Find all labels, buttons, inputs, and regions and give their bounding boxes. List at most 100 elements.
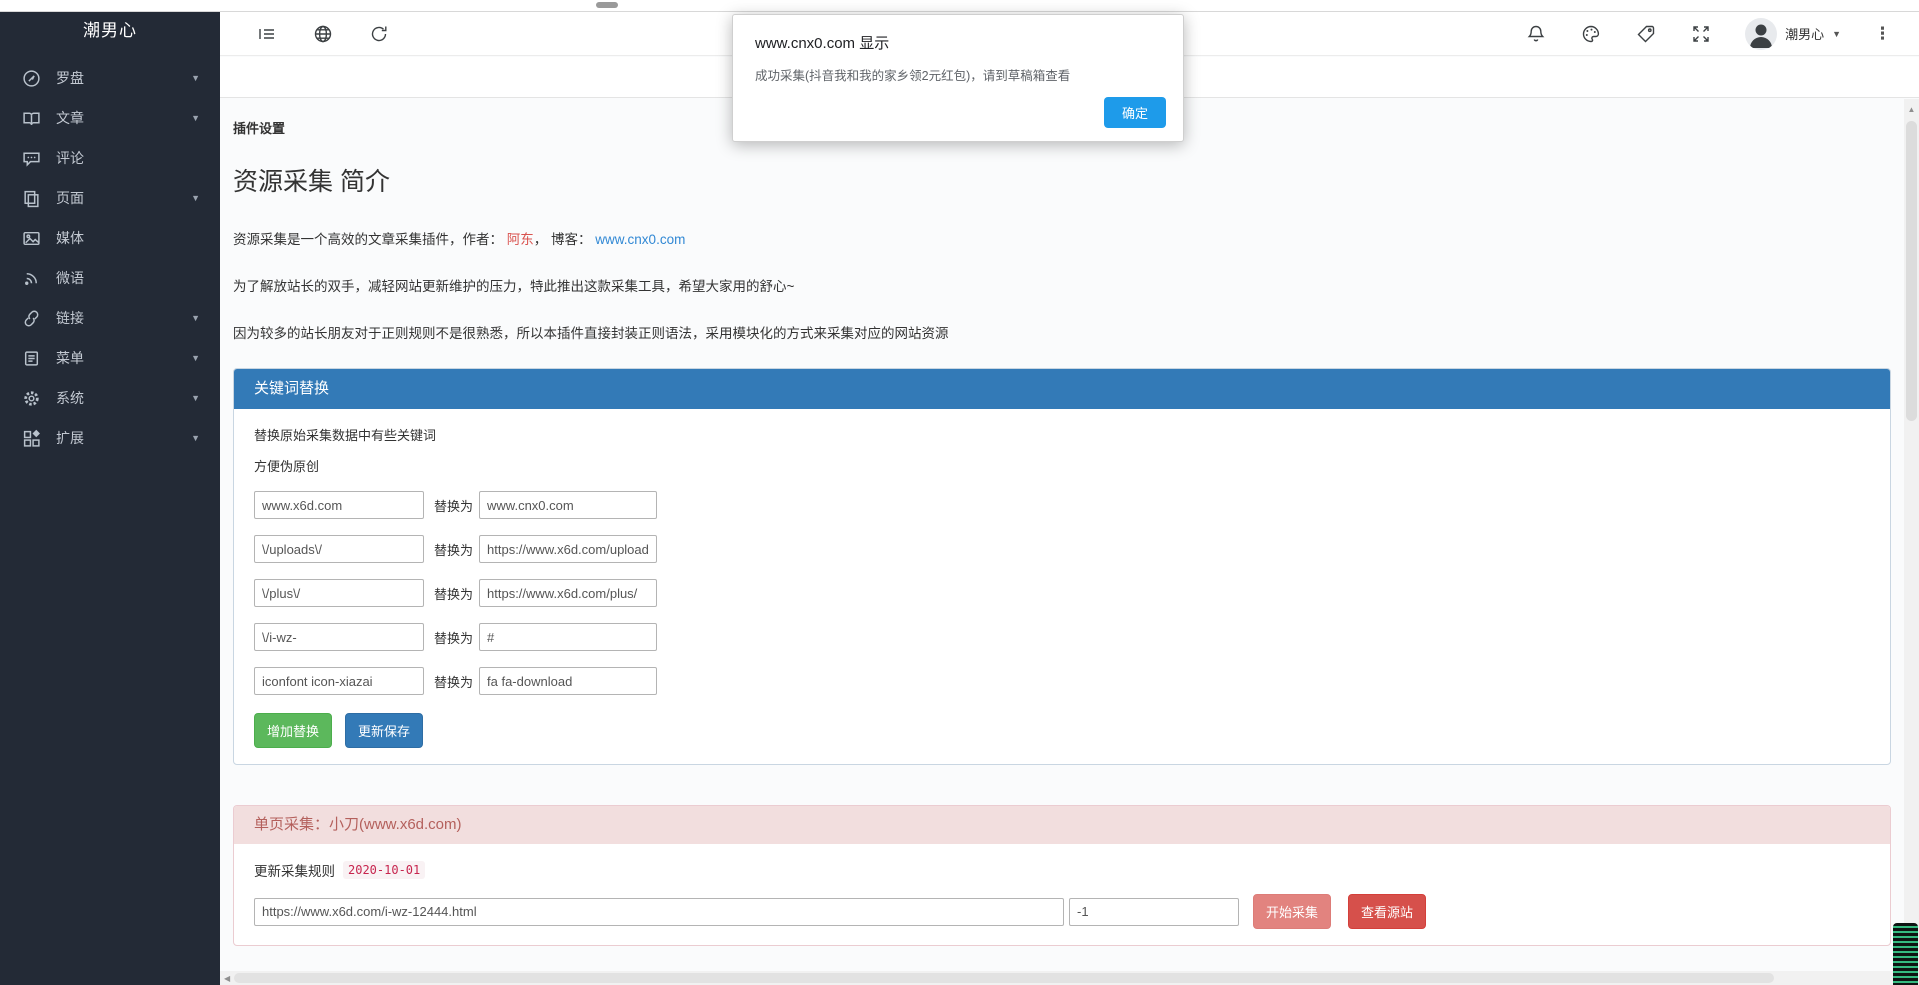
keyword-from-input[interactable] bbox=[254, 535, 424, 563]
chevron-down-icon: ▼ bbox=[191, 433, 200, 443]
single-collect-panel: 单页采集：小刀(www.x6d.com) 更新采集规则 2020-10-01 开… bbox=[233, 805, 1891, 946]
author-name: 阿东 bbox=[507, 232, 534, 247]
alert-confirm-button[interactable]: 确定 bbox=[1104, 97, 1166, 128]
sidebar-item-label: 罗盘 bbox=[56, 68, 84, 88]
keyword-buttons: 增加替换 更新保存 bbox=[254, 713, 1870, 748]
sidebar-item-label: 菜单 bbox=[56, 348, 84, 368]
green-striped-widget bbox=[1893, 923, 1918, 985]
browser-top-edge bbox=[0, 0, 1919, 12]
gear-icon bbox=[22, 389, 41, 408]
bell-icon[interactable] bbox=[1525, 23, 1547, 45]
extension-icon bbox=[22, 429, 41, 448]
sidebar-item-system[interactable]: 系统 ▼ bbox=[0, 378, 220, 418]
sidebar-item-comments[interactable]: 评论 bbox=[0, 138, 220, 178]
sidebar-item-label: 系统 bbox=[56, 388, 84, 408]
keyword-to-input[interactable] bbox=[479, 491, 657, 519]
horizontal-scrollbar[interactable]: ◀ ▶ bbox=[220, 971, 1904, 985]
single-collect-row: 开始采集 查看源站 bbox=[254, 894, 1870, 929]
keyword-to-input[interactable] bbox=[479, 667, 657, 695]
keyword-from-input[interactable] bbox=[254, 623, 424, 651]
intro-prefix: 资源采集是一个高效的文章采集插件，作者： bbox=[233, 232, 503, 247]
clipboard-icon bbox=[22, 349, 41, 368]
sidebar-item-dashboard[interactable]: 罗盘 ▼ bbox=[0, 58, 220, 98]
keyword-from-input[interactable] bbox=[254, 491, 424, 519]
rule-update-date: 2020-10-01 bbox=[343, 861, 425, 879]
keyword-row: 替换为 bbox=[254, 623, 1870, 651]
chevron-down-icon: ▼ bbox=[191, 313, 200, 323]
blog-link[interactable]: www.cnx0.com bbox=[595, 232, 685, 247]
sidebar-item-menus[interactable]: 菜单 ▼ bbox=[0, 338, 220, 378]
update-save-button[interactable]: 更新保存 bbox=[345, 713, 423, 748]
keyword-row: 替换为 bbox=[254, 491, 1870, 519]
intro-mid: ， 博客： bbox=[534, 232, 592, 247]
keyword-from-input[interactable] bbox=[254, 667, 424, 695]
palette-icon[interactable] bbox=[1580, 23, 1602, 45]
keyword-desc-2: 方便伪原创 bbox=[254, 456, 1870, 475]
horizontal-scroll-thumb[interactable] bbox=[234, 973, 1774, 983]
collect-url-input[interactable] bbox=[254, 898, 1064, 926]
compass-icon bbox=[22, 69, 41, 88]
sidebar-item-label: 评论 bbox=[56, 148, 84, 168]
description-paragraph-3: 因为较多的站长朋友对于正则规则不是很熟悉，所以本插件直接封装正则语法，采用模块化… bbox=[233, 322, 1891, 342]
sidebar-item-extensions[interactable]: 扩展 ▼ bbox=[0, 418, 220, 458]
collect-count-input[interactable] bbox=[1069, 898, 1239, 926]
kebab-menu-icon[interactable]: ⋮ bbox=[1874, 25, 1891, 42]
chevron-down-icon: ▼ bbox=[191, 193, 200, 203]
avatar bbox=[1745, 18, 1777, 50]
sidebar-item-label: 媒体 bbox=[56, 228, 84, 248]
keyword-to-input[interactable] bbox=[479, 535, 657, 563]
keyword-to-input[interactable] bbox=[479, 623, 657, 651]
sidebar-item-microblog[interactable]: 微语 bbox=[0, 258, 220, 298]
view-source-button[interactable]: 查看源站 bbox=[1348, 894, 1426, 929]
chevron-down-icon: ▼ bbox=[191, 73, 200, 83]
admin-app: 潮男心 罗盘 ▼ 文章 ▼ 评论 页面 ▼ 媒 bbox=[0, 0, 1919, 985]
vertical-scrollbar[interactable]: ▲ bbox=[1904, 99, 1919, 985]
globe-icon[interactable] bbox=[312, 23, 334, 45]
collapse-menu-icon[interactable] bbox=[256, 23, 278, 45]
expand-icon[interactable] bbox=[1690, 23, 1712, 45]
single-panel-body: 更新采集规则 2020-10-01 开始采集 查看源站 bbox=[234, 844, 1890, 945]
book-icon bbox=[22, 109, 41, 128]
sidebar-item-label: 链接 bbox=[56, 308, 84, 328]
replace-with-label: 替换为 bbox=[434, 584, 473, 603]
keyword-row: 替换为 bbox=[254, 579, 1870, 607]
sidebar-item-label: 扩展 bbox=[56, 428, 84, 448]
keyword-row: 替换为 bbox=[254, 667, 1870, 695]
user-menu[interactable]: 潮男心 ▼ bbox=[1745, 18, 1841, 50]
sidebar-nav: 罗盘 ▼ 文章 ▼ 评论 页面 ▼ 媒体 bbox=[0, 58, 220, 458]
alert-dialog-message: 成功采集(抖音我和我的家乡领2元红包)，请到草稿箱查看 bbox=[755, 65, 1161, 84]
topbar-right-group: 潮男心 ▼ ⋮ bbox=[1525, 18, 1919, 50]
sidebar-item-media[interactable]: 媒体 bbox=[0, 218, 220, 258]
rule-update-label: 更新采集规则 bbox=[254, 860, 335, 880]
start-collect-button[interactable]: 开始采集 bbox=[1253, 894, 1331, 929]
browser-drag-handle bbox=[596, 2, 618, 8]
sidebar-item-links[interactable]: 链接 ▼ bbox=[0, 298, 220, 338]
chevron-down-icon: ▼ bbox=[1832, 29, 1841, 39]
sidebar-item-articles[interactable]: 文章 ▼ bbox=[0, 98, 220, 138]
topbar-left-group bbox=[220, 23, 390, 45]
keyword-to-input[interactable] bbox=[479, 579, 657, 607]
add-replace-button[interactable]: 增加替换 bbox=[254, 713, 332, 748]
description-paragraph-2: 为了解放站长的双手，减轻网站更新维护的压力，特此推出这款采集工具，希望大家用的舒… bbox=[233, 275, 1891, 295]
keyword-panel-body: 替换原始采集数据中有些关键词 方便伪原创 替换为 替换为 替换为 bbox=[234, 409, 1890, 764]
sidebar-item-label: 页面 bbox=[56, 188, 84, 208]
replace-with-label: 替换为 bbox=[434, 628, 473, 647]
keyword-from-input[interactable] bbox=[254, 579, 424, 607]
sidebar-item-label: 微语 bbox=[56, 268, 84, 288]
refresh-icon[interactable] bbox=[368, 23, 390, 45]
image-icon bbox=[22, 229, 41, 248]
sidebar-item-pages[interactable]: 页面 ▼ bbox=[0, 178, 220, 218]
scroll-up-arrow-icon[interactable]: ▲ bbox=[1904, 99, 1919, 114]
vertical-scroll-thumb[interactable] bbox=[1906, 121, 1917, 421]
scroll-left-arrow-icon[interactable]: ◀ bbox=[220, 974, 234, 983]
chevron-down-icon: ▼ bbox=[191, 353, 200, 363]
replace-with-label: 替换为 bbox=[434, 540, 473, 559]
keyword-desc-1: 替换原始采集数据中有些关键词 bbox=[254, 425, 1870, 444]
alert-dialog-title: www.cnx0.com 显示 bbox=[755, 32, 1161, 53]
pages-icon bbox=[22, 189, 41, 208]
chevron-down-icon: ▼ bbox=[191, 113, 200, 123]
signal-icon bbox=[22, 269, 41, 288]
replace-with-label: 替换为 bbox=[434, 672, 473, 691]
tag-icon[interactable] bbox=[1635, 23, 1657, 45]
main-content: 插件设置 资源采集 简介 资源采集是一个高效的文章采集插件，作者： 阿东， 博客… bbox=[220, 99, 1904, 971]
